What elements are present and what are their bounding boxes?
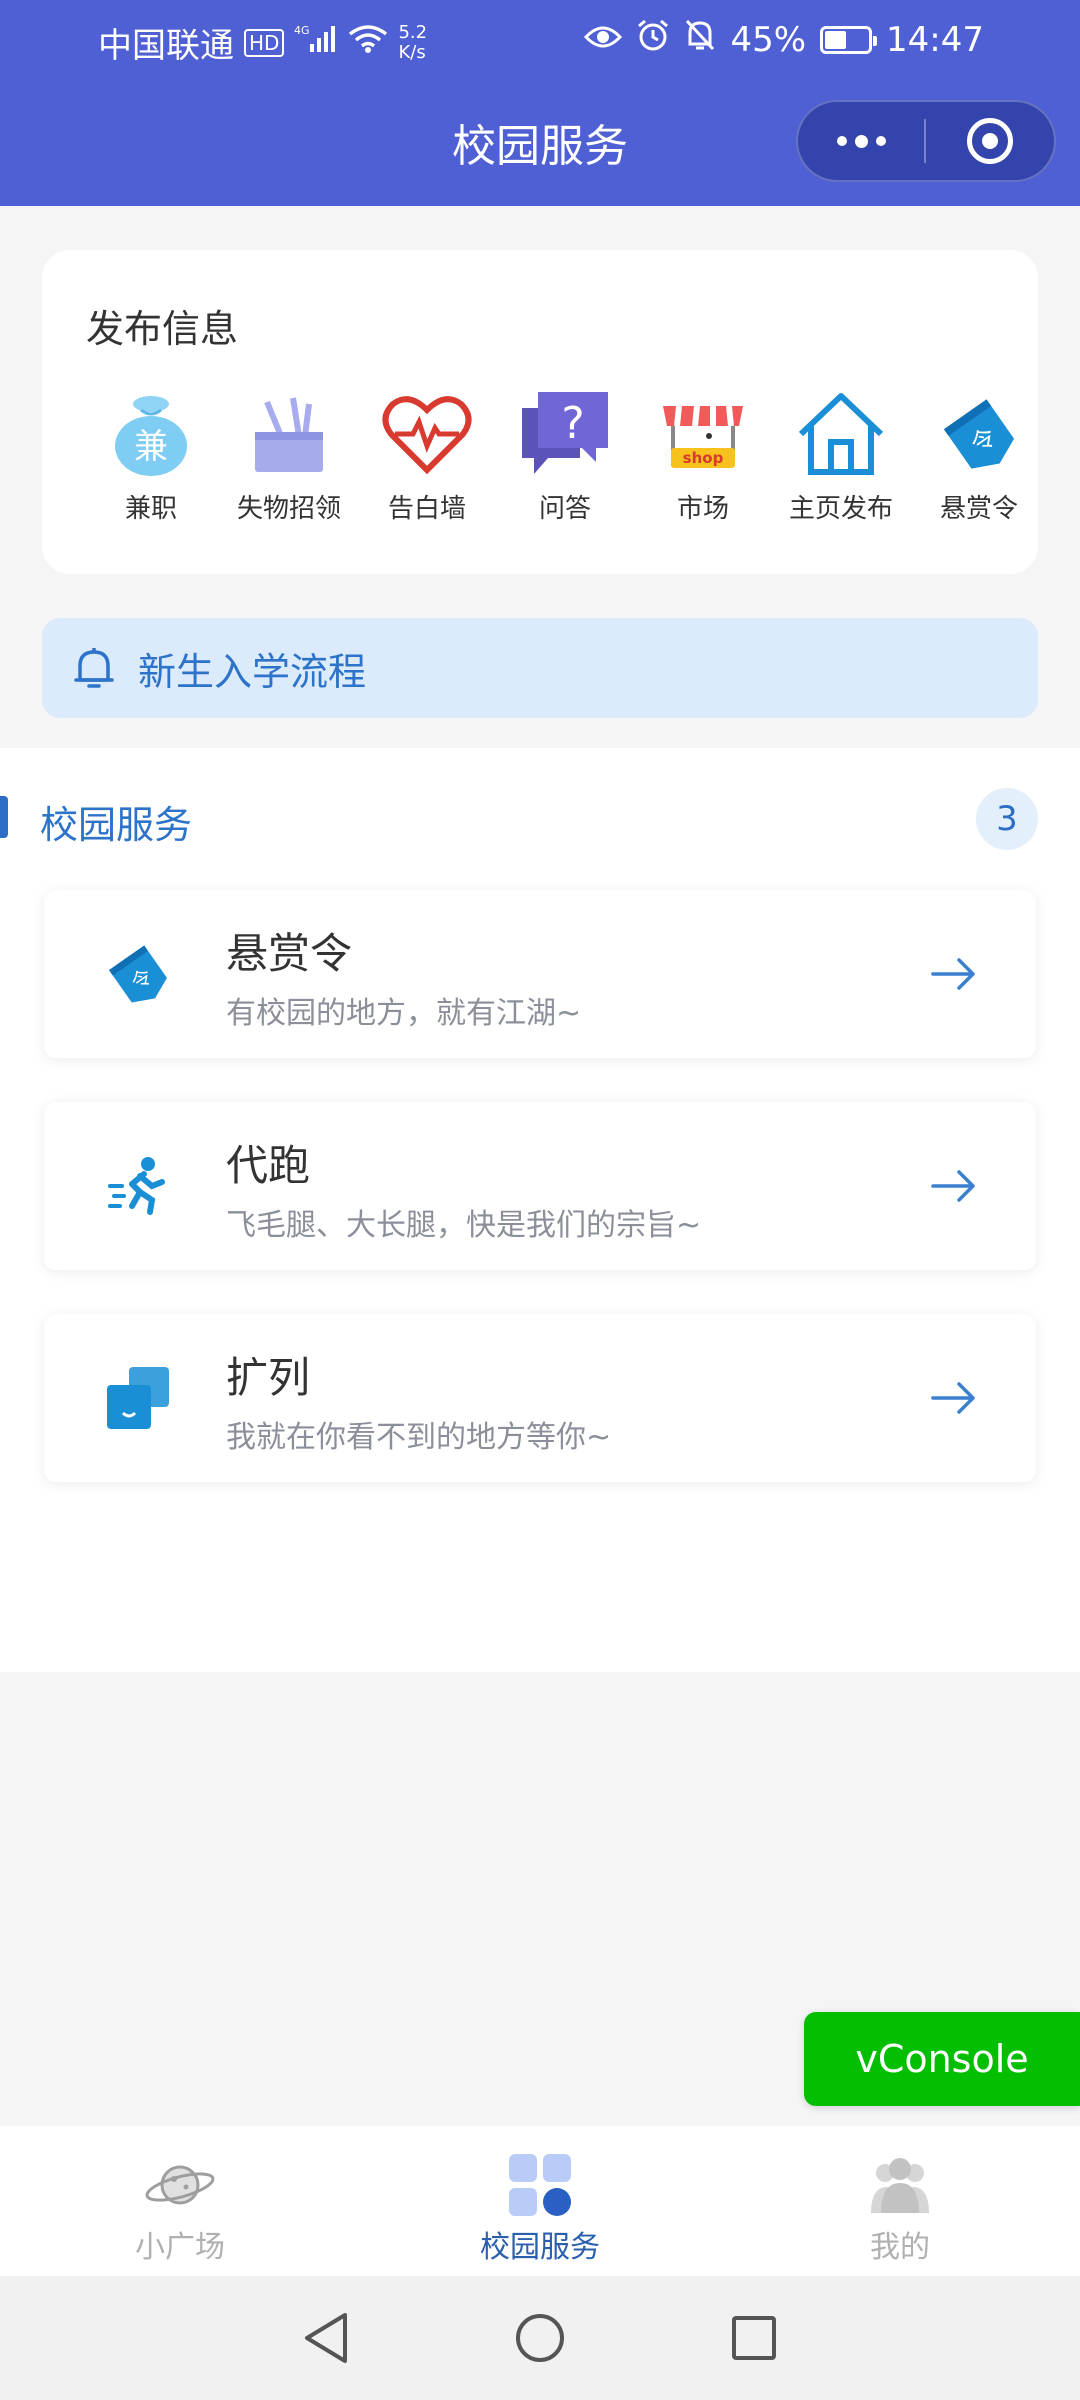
- heart-pulse-icon: [377, 388, 477, 480]
- tab-label: 小广场: [135, 2230, 225, 2265]
- service-card-expand-contacts[interactable]: 扩列 我就在你看不到的地方等你~: [44, 1314, 1036, 1482]
- more-menu-button[interactable]: [798, 102, 924, 180]
- question-bubble-icon: ?: [515, 388, 615, 480]
- part-time-bag-icon: 兼: [101, 388, 201, 480]
- tab-label: 我的: [870, 2230, 930, 2265]
- recent-apps-icon[interactable]: [722, 2306, 786, 2370]
- arrow-right-icon: [924, 1368, 984, 1428]
- status-bar: 中国联通 HD 4G 5.2 K/s 45% 14:47: [0, 0, 1080, 80]
- publish-item-confession-wall[interactable]: 告白墙: [358, 388, 496, 525]
- publish-item-bounty[interactable]: 令 悬赏令: [910, 388, 1038, 525]
- bounty-tag-icon: 令: [929, 388, 1029, 480]
- shop-stall-icon: shop: [653, 388, 753, 480]
- grid-apps-icon: [504, 2152, 576, 2218]
- target-icon: [967, 118, 1013, 164]
- more-dots-icon-right: [875, 136, 886, 146]
- overlapping-squares-icon: [96, 1356, 180, 1440]
- section-title: 校园服务: [40, 803, 193, 847]
- svg-text:shop: shop: [683, 449, 724, 467]
- mini-program-capsule: [796, 100, 1056, 182]
- svg-text:?: ?: [561, 398, 584, 449]
- publish-items: 兼 兼职 失物招领 告白墙 ? 问答 shop 市场 主页发布 令 悬赏令: [82, 388, 1038, 525]
- network-speed-value: 5.2: [398, 21, 428, 43]
- section-accent-bar: [0, 796, 8, 838]
- battery-icon: [820, 25, 878, 54]
- vconsole-button[interactable]: vConsole: [804, 2012, 1080, 2106]
- status-left: 中国联通 HD 4G 5.2 K/s: [98, 18, 427, 67]
- publish-title: 发布信息: [86, 307, 239, 351]
- lost-found-box-icon: [239, 388, 339, 480]
- publish-item-label: 市场: [676, 494, 729, 524]
- publish-item-label: 兼职: [124, 494, 177, 524]
- publish-item-label: 告白墙: [387, 494, 466, 524]
- top-bar: 中国联通 HD 4G 5.2 K/s 45% 14:47 校园服务: [0, 0, 1080, 206]
- notice-text: 新生入学流程: [138, 649, 367, 694]
- service-name: 扩列: [226, 1353, 311, 1402]
- service-desc: 飞毛腿、大长腿，快是我们的宗旨~: [226, 1208, 702, 1243]
- users-icon: [864, 2152, 936, 2218]
- service-panel: 校园服务 3 令 悬赏令 有校园的地方，就有江湖~ 代跑 飞毛腿、大长腿，快是我…: [0, 748, 1080, 1672]
- publish-item-market[interactable]: shop 市场: [634, 388, 772, 525]
- alarm-icon: [636, 18, 670, 61]
- service-card-bounty[interactable]: 令 悬赏令 有校园的地方，就有江湖~: [44, 890, 1036, 1058]
- arrow-right-icon: [924, 1156, 984, 1216]
- publish-item-home-post[interactable]: 主页发布: [772, 388, 910, 525]
- svg-text:4G: 4G: [294, 24, 310, 37]
- bell-icon: [66, 640, 122, 696]
- home-circle-icon[interactable]: [508, 2306, 572, 2370]
- tab-mine[interactable]: 我的: [720, 2126, 1080, 2276]
- clock-time: 14:47: [886, 19, 984, 60]
- network-speed-unit: K/s: [398, 41, 426, 63]
- publish-item-label: 问答: [538, 494, 591, 524]
- publish-item-lost-found[interactable]: 失物招领: [220, 388, 358, 525]
- service-card-errand[interactable]: 代跑 飞毛腿、大长腿，快是我们的宗旨~: [44, 1102, 1036, 1270]
- battery-percent: 45%: [730, 19, 807, 60]
- eye-icon: [584, 20, 623, 60]
- publish-item-part-time[interactable]: 兼 兼职: [82, 388, 220, 525]
- tab-campus-service[interactable]: 校园服务: [360, 2126, 720, 2276]
- service-name: 代跑: [226, 1141, 311, 1190]
- section-count-badge: 3: [976, 788, 1038, 850]
- bounty-tag-icon: 令: [96, 932, 180, 1016]
- more-dots-icon: [836, 136, 847, 146]
- service-desc: 我就在你看不到的地方等你~: [226, 1420, 612, 1455]
- tab-square[interactable]: 小广场: [0, 2126, 360, 2276]
- arrow-right-icon: [924, 944, 984, 1004]
- publish-item-qa[interactable]: ? 问答: [496, 388, 634, 525]
- network-speed: 5.2 K/s: [398, 21, 428, 63]
- notice-bar[interactable]: 新生入学流程: [42, 618, 1038, 718]
- planet-icon: [144, 2152, 216, 2218]
- service-name: 悬赏令: [226, 929, 353, 978]
- carrier-name: 中国联通: [98, 26, 234, 66]
- running-man-icon: [96, 1144, 180, 1228]
- publish-item-label: 主页发布: [788, 494, 893, 524]
- publish-card: 发布信息 兼 兼职 失物招领 告白墙 ? 问答 shop 市场 主页发布 令 悬…: [42, 250, 1038, 574]
- tab-label: 校园服务: [480, 2230, 600, 2265]
- close-mini-program-button[interactable]: [926, 102, 1054, 180]
- section-header: 校园服务 3: [0, 788, 1080, 850]
- hd-badge: HD: [244, 28, 285, 57]
- service-desc: 有校园的地方，就有江湖~: [226, 996, 582, 1031]
- back-icon[interactable]: [294, 2306, 358, 2370]
- home-icon: [791, 388, 891, 480]
- publish-item-label: 悬赏令: [939, 494, 1018, 524]
- publish-item-label: 失物招领: [236, 494, 341, 524]
- mute-bell-icon: [684, 18, 716, 61]
- tab-bar: 小广场 校园服务 我的: [0, 2126, 1080, 2276]
- signal-icon: 4G: [294, 22, 338, 63]
- svg-text:兼: 兼: [134, 427, 168, 467]
- wifi-icon: [348, 22, 388, 63]
- status-right: 45% 14:47: [584, 18, 984, 61]
- more-dots-icon-center: [854, 134, 868, 148]
- system-navigation-bar: [0, 2276, 1080, 2400]
